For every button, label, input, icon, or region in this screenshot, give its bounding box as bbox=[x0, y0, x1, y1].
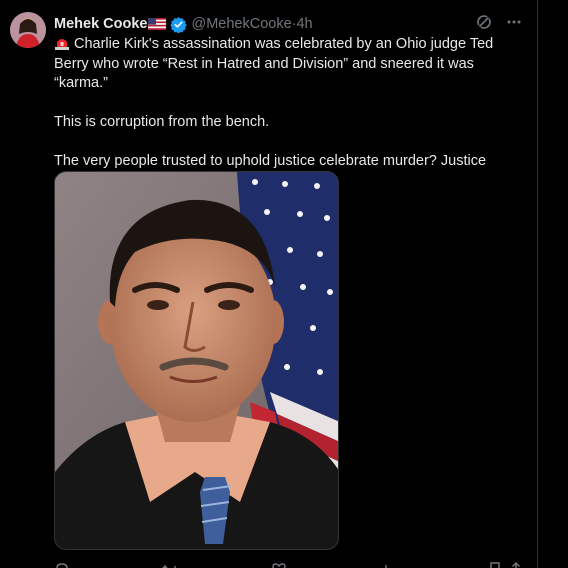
like-button[interactable] bbox=[271, 559, 287, 568]
timestamp[interactable]: 4h bbox=[296, 16, 312, 32]
handle[interactable]: @MehekCooke bbox=[191, 16, 291, 32]
tweet-paragraph-1: Charlie Kirk's assassination was celebra… bbox=[54, 35, 524, 94]
more-options-icon[interactable] bbox=[505, 13, 523, 31]
tweet-text: Charlie Kirk's assassination was celebra… bbox=[54, 35, 524, 191]
tweet-header: Mehek Cooke @MehekCooke · 4h bbox=[54, 14, 313, 34]
repost-icon bbox=[162, 564, 176, 568]
views-button[interactable] bbox=[379, 559, 395, 568]
grok-icon[interactable] bbox=[475, 13, 493, 31]
police-light-icon bbox=[55, 39, 69, 50]
reply-button[interactable] bbox=[54, 559, 70, 568]
tweet-photo[interactable] bbox=[54, 171, 339, 550]
bookmark-share-group bbox=[487, 559, 524, 568]
display-name[interactable]: Mehek Cooke bbox=[54, 16, 147, 32]
heart-icon bbox=[271, 563, 286, 568]
tweet-top-actions bbox=[475, 13, 523, 31]
us-flag-icon bbox=[148, 18, 167, 30]
share-icon[interactable] bbox=[508, 561, 524, 568]
tweet-paragraph-2: This is corruption from the bench. bbox=[54, 114, 270, 130]
tweet-line-1: Charlie Kirk's assassination was celebra… bbox=[54, 36, 494, 91]
views-icon bbox=[385, 565, 391, 568]
tweet[interactable]: Mehek Cooke @MehekCooke · 4h Charlie Kir… bbox=[0, 0, 537, 568]
bookmark-icon[interactable] bbox=[487, 561, 503, 568]
right-sidebar-edge bbox=[538, 0, 568, 568]
repost-button[interactable] bbox=[162, 559, 178, 568]
tweet-action-bar bbox=[54, 559, 524, 568]
reply-icon bbox=[56, 563, 68, 568]
verified-badge-icon bbox=[170, 16, 188, 33]
avatar[interactable] bbox=[10, 12, 46, 48]
